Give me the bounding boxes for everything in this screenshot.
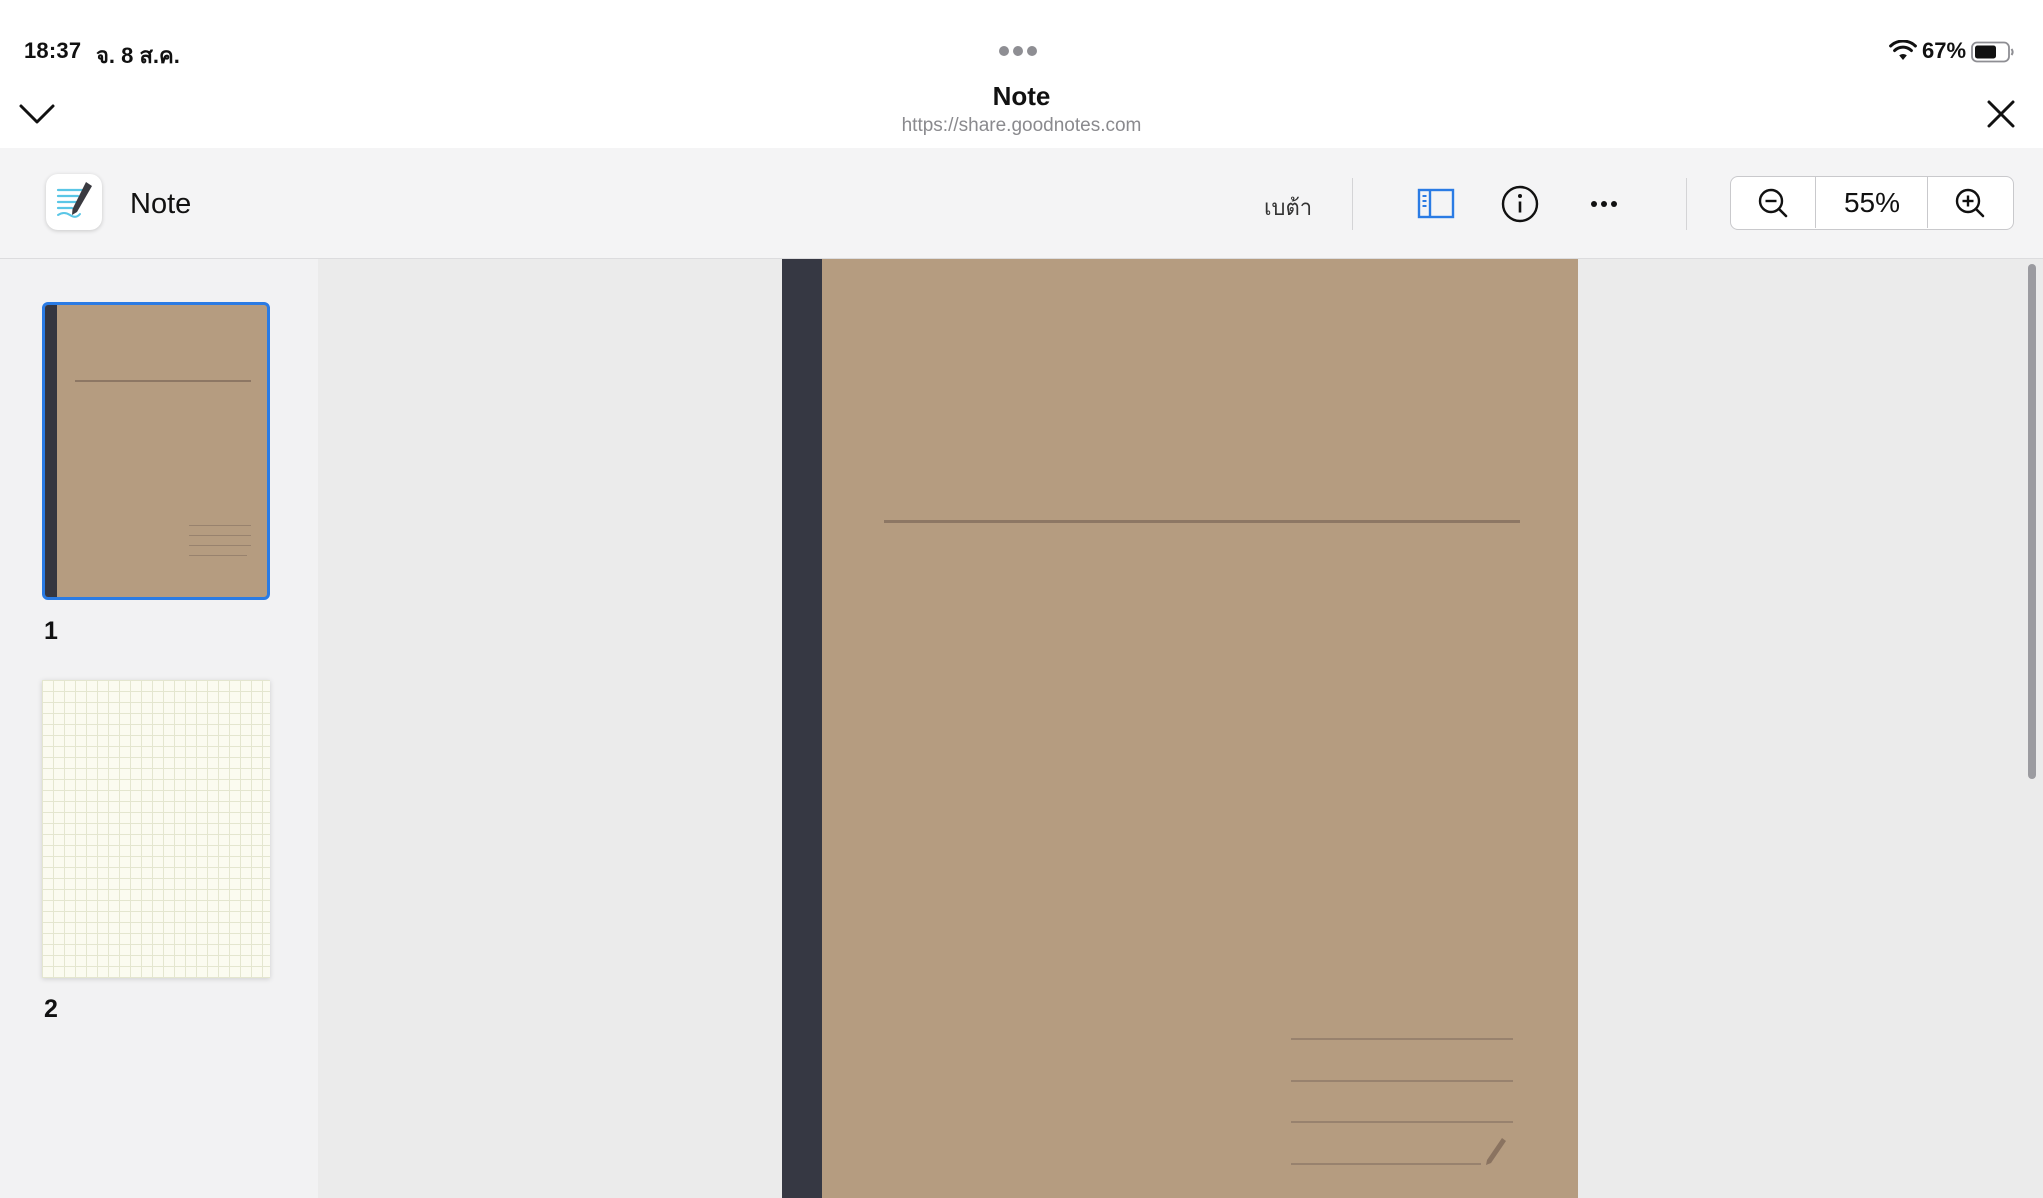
zoom-level[interactable]: 55% xyxy=(1815,177,1928,228)
page-thumbnail-1[interactable] xyxy=(42,302,270,600)
sheet-title: Note xyxy=(992,81,1051,111)
cover-spine xyxy=(782,259,822,1198)
notebook-cover-page xyxy=(782,259,1578,1198)
cover-label-line xyxy=(1291,1038,1513,1040)
beta-label: เบต้า xyxy=(1264,195,1313,220)
battery-icon xyxy=(1971,41,2014,63)
sidebar-toggle-icon[interactable] xyxy=(1410,178,1462,230)
page-number-1: 1 xyxy=(44,617,58,645)
cover-label-line xyxy=(1291,1080,1513,1082)
page-thumbnail-2[interactable] xyxy=(42,680,270,978)
zoom-out-icon[interactable] xyxy=(1731,177,1815,228)
wifi-icon xyxy=(1889,40,1917,60)
toolbar-divider xyxy=(1686,178,1687,230)
status-date: จ. 8 ส.ค. xyxy=(96,43,180,68)
status-time: 18:37 xyxy=(24,38,82,63)
thumbnail-cover-line xyxy=(75,380,251,382)
vertical-scrollbar[interactable] xyxy=(2028,264,2036,779)
page-number-2: 2 xyxy=(44,995,58,1023)
cover-title-line xyxy=(884,520,1520,523)
sheet-url: https://share.goodnotes.com xyxy=(901,115,1142,136)
zoom-control: 55% xyxy=(1730,176,2014,230)
status-bar: 18:37 จ. 8 ส.ค. 67% xyxy=(0,0,2043,80)
app-toolbar: Note เบต้า 55% xyxy=(0,148,2043,259)
thumbnail-cover-spine xyxy=(45,305,57,597)
toolbar-divider xyxy=(1352,178,1353,230)
more-icon[interactable] xyxy=(1578,178,1630,230)
cover-pen-icon xyxy=(1486,1138,1506,1165)
info-icon[interactable] xyxy=(1494,178,1546,230)
thumbnail-label-lines xyxy=(189,525,251,565)
sheet-header: Note https://share.goodnotes.com xyxy=(0,80,2043,149)
goodnotes-app-icon xyxy=(46,174,102,230)
cover-label-line xyxy=(1291,1121,1513,1123)
zoom-in-icon[interactable] xyxy=(1927,177,2013,228)
close-icon[interactable] xyxy=(1980,93,2022,135)
app-name: Note xyxy=(130,188,192,220)
multitask-dots-icon[interactable] xyxy=(999,46,1039,58)
cover-label-line xyxy=(1291,1163,1481,1165)
battery-percent: 67% xyxy=(1922,38,1967,63)
